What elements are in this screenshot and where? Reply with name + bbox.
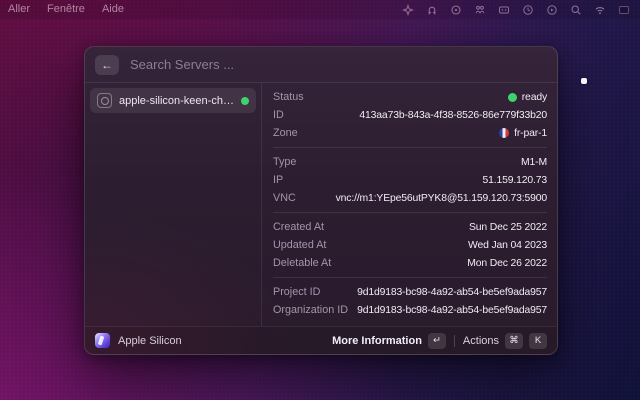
detail-label: Type (273, 156, 296, 168)
detail-row: Updated At Wed Jan 04 2023 (262, 236, 557, 254)
actions-button[interactable]: Actions ⌘ K (463, 333, 547, 349)
menu-items: Aller Fenêtre Aide (8, 0, 124, 19)
detail-row: Deletable At Mon Dec 26 2022 (262, 254, 557, 272)
detail-value-text: M1-M (521, 157, 547, 168)
app-icon (95, 333, 110, 348)
detail-value: Mon Dec 26 2022 (467, 258, 547, 269)
back-button[interactable]: ← (95, 55, 119, 75)
detail-label: Organization ID (273, 304, 348, 316)
more-information-button[interactable]: More Information ↵ (332, 333, 446, 349)
detail-group: Created At Sun Dec 25 2022 Updated At Wed J… (262, 213, 557, 277)
detail-label: Status (273, 91, 304, 103)
detail-row: Status ready (262, 88, 557, 106)
server-list-item[interactable]: apple-silicon-keen-chaplygin (90, 88, 256, 113)
detail-row: ID 413aa73b-843a-4f38-8526-86e779f33b20 (262, 106, 557, 124)
detail-row: Type M1-M (262, 153, 557, 171)
detail-label: Created At (273, 221, 324, 233)
menu-bar: Aller Fenêtre Aide (0, 0, 640, 19)
window-header: ← (85, 47, 557, 83)
detail-row: Zone fr-par-1 (262, 124, 557, 142)
france-flag-icon (499, 128, 509, 138)
people-icon[interactable] (474, 4, 486, 16)
detail-row: Organization ID 9d1d9183-bc98-4a92-ab54-b… (262, 301, 557, 319)
window-footer: Apple Silicon More Information ↵ Actions… (85, 326, 557, 354)
detail-value: 9d1d9183-bc98-4a92-ab54-be5ef9ada957 (357, 305, 547, 316)
server-name: apple-silicon-keen-chaplygin (119, 95, 234, 107)
search-input[interactable] (128, 56, 547, 73)
timer-icon[interactable] (546, 4, 558, 16)
detail-label: Deletable At (273, 257, 331, 269)
footer-divider (454, 335, 455, 347)
detail-value: M1-M (521, 157, 547, 168)
menu-status-icons (402, 4, 632, 16)
more-information-label: More Information (332, 335, 422, 347)
server-icon (97, 93, 112, 108)
detail-label: Zone (273, 127, 298, 139)
status-dot-icon (508, 93, 517, 102)
server-list-sidebar: apple-silicon-keen-chaplygin (85, 83, 262, 326)
mouse-cursor-dot (581, 78, 587, 84)
detail-value-text: 9d1d9183-bc98-4a92-ab54-be5ef9ada957 (357, 287, 547, 298)
k-key-icon: K (529, 333, 547, 349)
detail-value-text: Mon Dec 26 2022 (467, 258, 547, 269)
detail-value-text: vnc://m1:YEpe56utPYK8@51.159.120.73:5900 (336, 193, 547, 204)
magnet-icon[interactable] (426, 4, 438, 16)
detail-value: 413aa73b-843a-4f38-8526-86e779f33b20 (359, 110, 547, 121)
screen-icon[interactable] (618, 4, 630, 16)
clock-icon[interactable] (522, 4, 534, 16)
detail-value: Wed Jan 04 2023 (468, 240, 547, 251)
detail-row: IP 51.159.120.73 (262, 171, 557, 189)
server-details-panel: Status ready ID 413aa73b-843a-4f38-8526-86e… (262, 83, 557, 326)
actions-label: Actions (463, 335, 499, 347)
detail-group: Type M1-M IP 51.159.120.73 VNC vnc://m1:YEpe5… (262, 148, 557, 212)
detail-row: Project ID 9d1d9183-bc98-4a92-ab54-be5ef9… (262, 283, 557, 301)
detail-label: Updated At (273, 239, 326, 251)
detail-value-text: ready (522, 92, 547, 103)
detail-row: VNC vnc://m1:YEpe56utPYK8@51.159.120.73:5… (262, 189, 557, 207)
detail-value: fr-par-1 (499, 128, 547, 139)
detail-value: Sun Dec 25 2022 (469, 222, 547, 233)
search-icon[interactable] (570, 4, 582, 16)
detail-label: VNC (273, 192, 296, 204)
window-body: apple-silicon-keen-chaplygin Status ready… (85, 83, 557, 326)
detail-value-text: fr-par-1 (514, 128, 547, 139)
menu-item-aller[interactable]: Aller (8, 0, 30, 19)
detail-group: Project ID 9d1d9183-bc98-4a92-ab54-be5ef9… (262, 278, 557, 324)
detail-value: 51.159.120.73 (483, 175, 548, 186)
badge-icon[interactable] (450, 4, 462, 16)
detail-value: ready (508, 92, 547, 103)
detail-value-text: Sun Dec 25 2022 (469, 222, 547, 233)
server-status-dot-icon (241, 97, 249, 105)
command-key-icon: ⌘ (505, 333, 523, 349)
app-name: Apple Silicon (118, 335, 182, 347)
detail-value: 9d1d9183-bc98-4a92-ab54-be5ef9ada957 (357, 287, 547, 298)
detail-group: Status ready ID 413aa73b-843a-4f38-8526-86e… (262, 83, 557, 147)
desktop-background: Aller Fenêtre Aide (0, 0, 640, 400)
menu-item-aide[interactable]: Aide (102, 0, 124, 19)
detail-value: vnc://m1:YEpe56utPYK8@51.159.120.73:5900 (336, 193, 547, 204)
detail-value-text: 9d1d9183-bc98-4a92-ab54-be5ef9ada957 (357, 305, 547, 316)
enter-key-icon: ↵ (428, 333, 446, 349)
detail-row: Created At Sun Dec 25 2022 (262, 218, 557, 236)
menu-item-fenetre[interactable]: Fenêtre (47, 0, 85, 19)
detail-value-text: Wed Jan 04 2023 (468, 240, 547, 251)
wifi-icon[interactable] (594, 4, 606, 16)
detail-label: IP (273, 174, 283, 186)
detail-label: ID (273, 109, 284, 121)
raycast-window: ← apple-silicon-keen-chaplygin Status rea… (84, 46, 558, 355)
detail-value-text: 51.159.120.73 (483, 175, 548, 186)
detail-label: Project ID (273, 286, 320, 298)
card-icon[interactable] (498, 4, 510, 16)
sparkle-icon[interactable] (402, 4, 414, 16)
detail-value-text: 413aa73b-843a-4f38-8526-86e779f33b20 (359, 110, 547, 121)
